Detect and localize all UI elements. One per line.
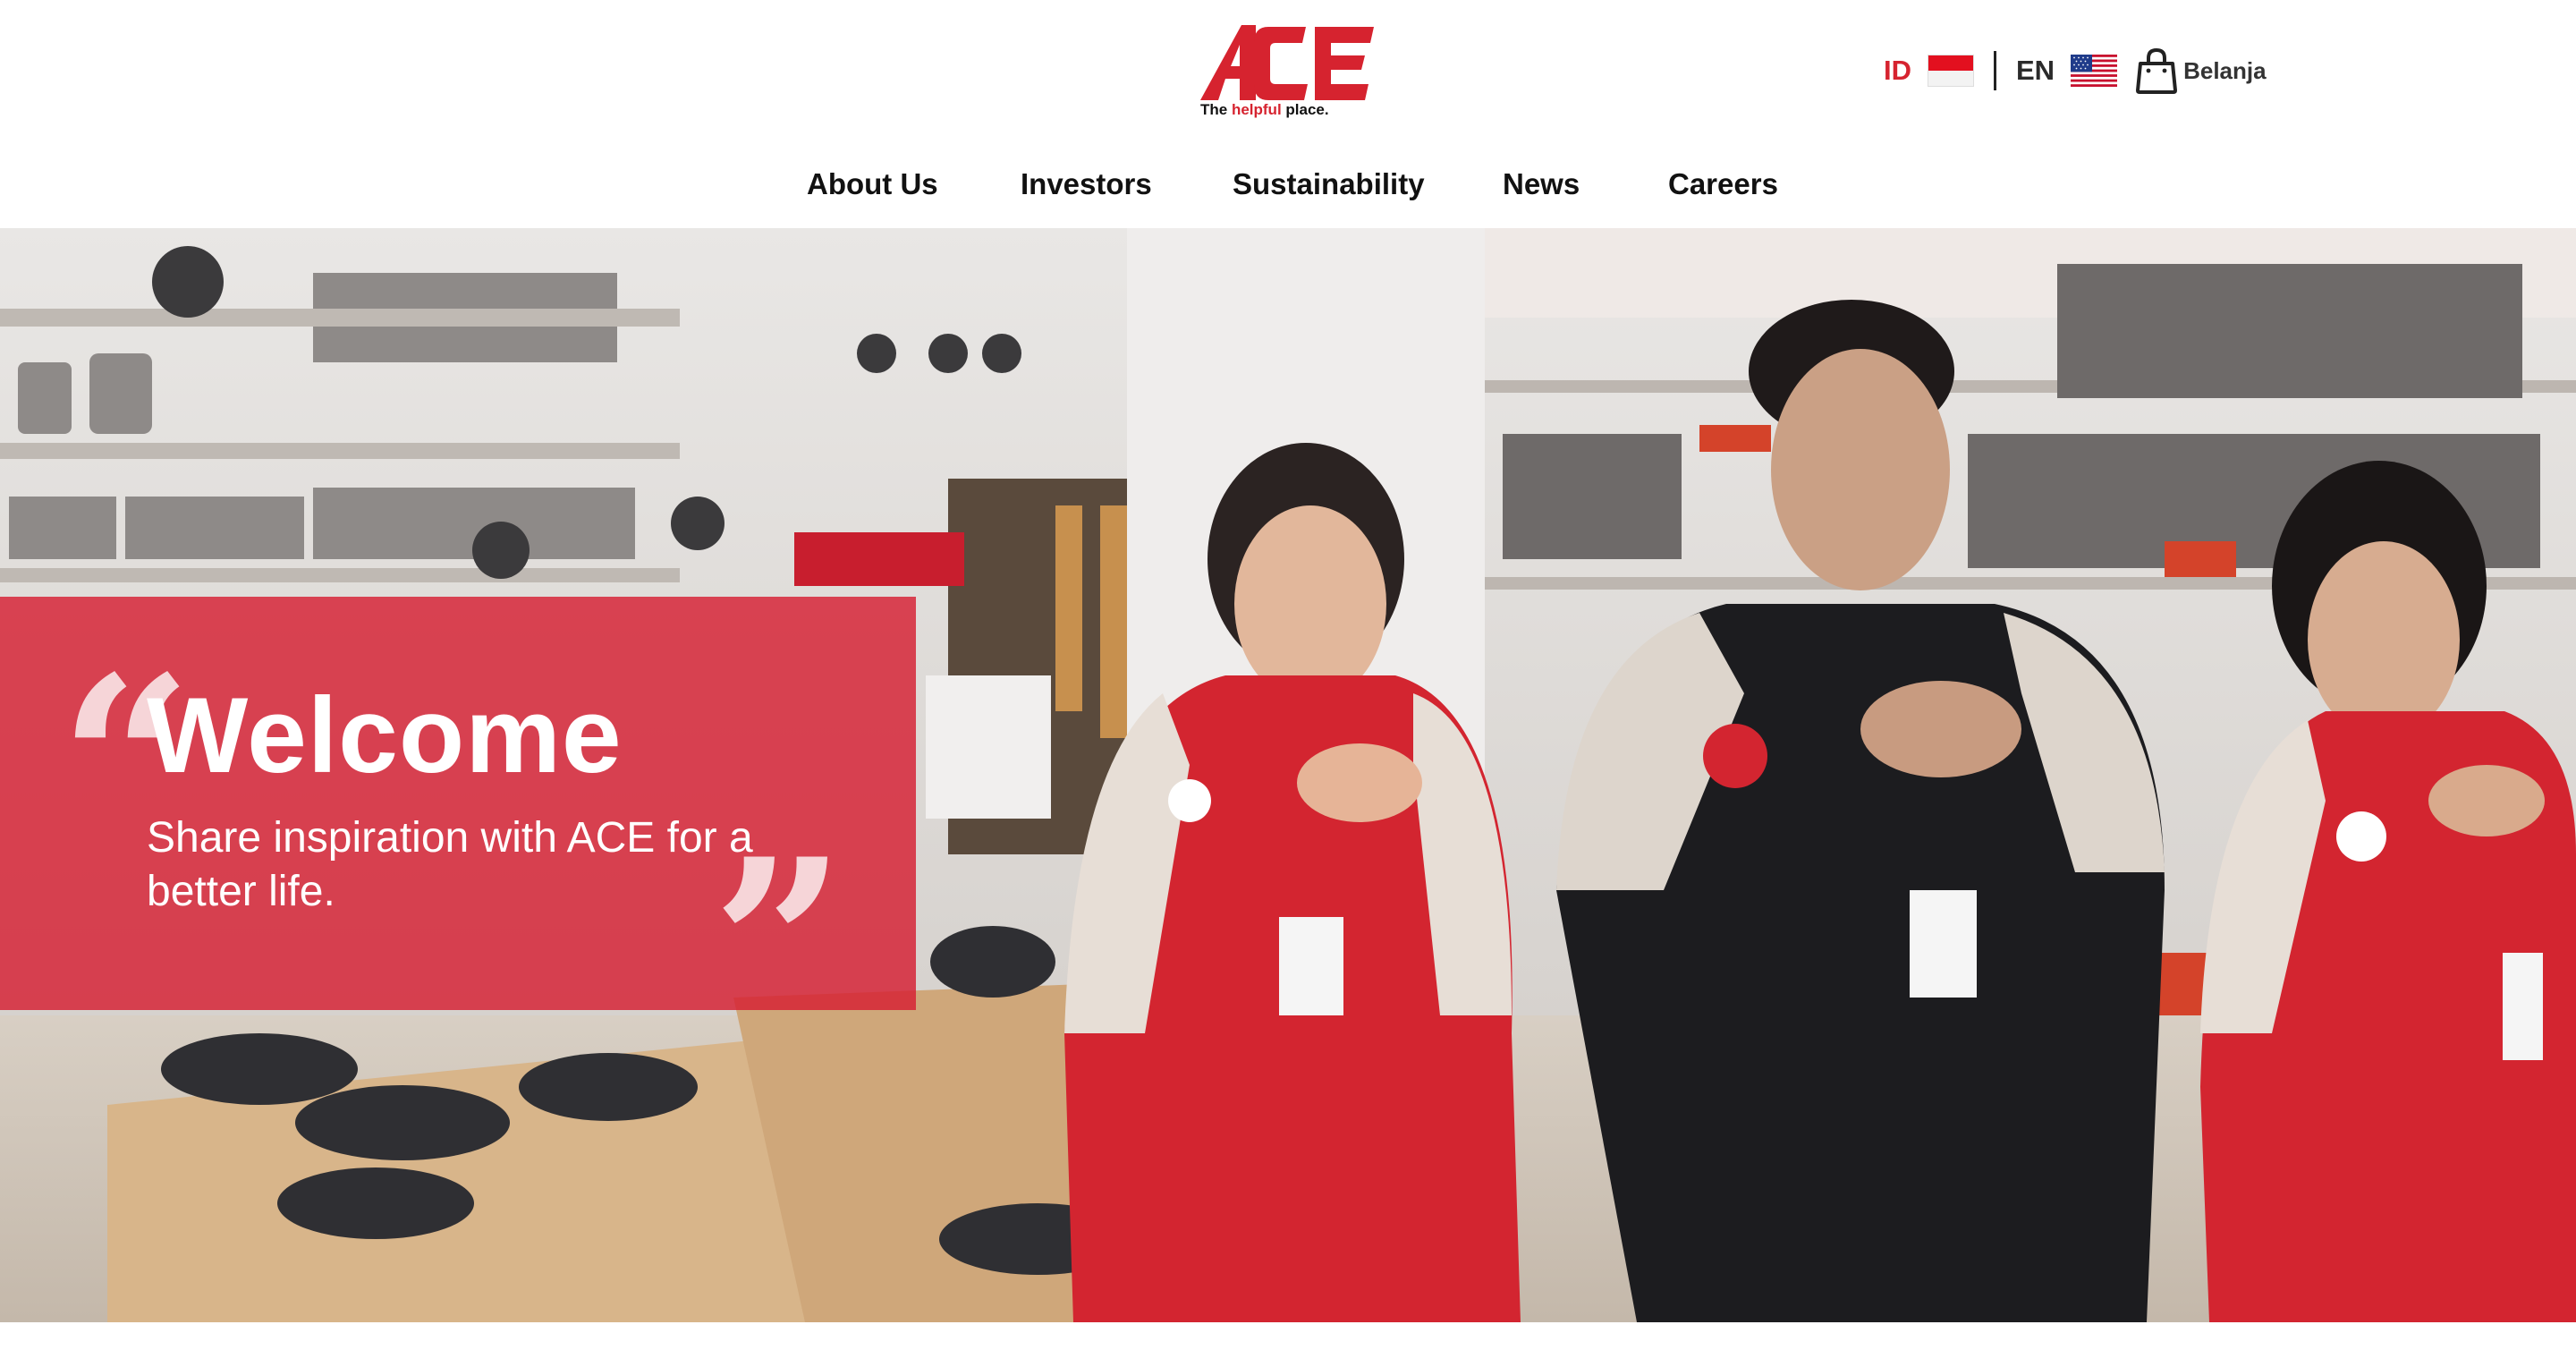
hero-banner: “ Welcome Share inspiration with ACE for… <box>0 228 2576 1322</box>
indonesia-flag-icon[interactable] <box>1928 55 1974 87</box>
lang-en-link[interactable]: EN <box>2016 48 2055 93</box>
site-header: The helpful place. ID EN Belanja About U… <box>0 0 2576 228</box>
close-quote-mark: ” <box>712 809 846 1082</box>
tagline-suffix: place. <box>1282 101 1329 118</box>
welcome-title: Welcome <box>147 675 623 795</box>
lang-id-link[interactable]: ID <box>1884 48 1911 93</box>
page-bottom-strip <box>0 1322 2576 1367</box>
welcome-subtitle: Share inspiration with ACE for a better … <box>147 814 753 915</box>
us-flag-icon[interactable] <box>2071 55 2118 87</box>
language-switcher: ID EN Belanja <box>1884 47 2267 94</box>
nav-item-news[interactable]: News <box>1503 159 1580 209</box>
ace-logo[interactable]: The helpful place. <box>1199 23 1377 118</box>
nav-item-sustainability[interactable]: Sustainability <box>1233 159 1425 209</box>
main-nav: About Us Investors Sustainability News C… <box>0 159 2576 209</box>
nav-item-about-us[interactable]: About Us <box>807 159 938 209</box>
welcome-overlay: “ Welcome Share inspiration with ACE for… <box>0 597 916 1062</box>
nav-item-investors[interactable]: Investors <box>1021 159 1152 209</box>
svg-text:The helpful place.: The helpful place. <box>1200 101 1329 118</box>
tagline-prefix: The <box>1200 101 1232 118</box>
tagline-highlight: helpful <box>1232 101 1282 118</box>
nav-item-careers[interactable]: Careers <box>1668 159 1778 209</box>
language-divider <box>1994 51 1996 90</box>
shopping-bag-icon <box>2136 47 2178 94</box>
shop-button[interactable]: Belanja <box>2135 47 2267 94</box>
ace-logo-mark: The helpful place. <box>1200 25 1374 118</box>
shop-label: Belanja <box>2183 56 2267 84</box>
